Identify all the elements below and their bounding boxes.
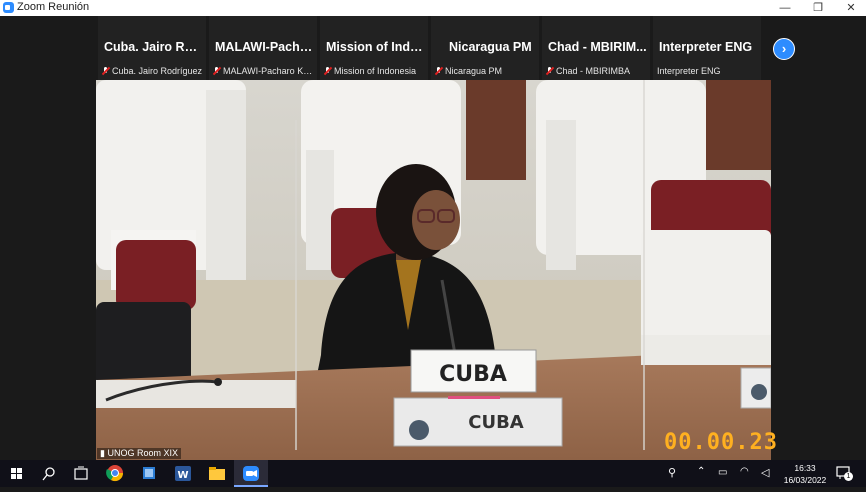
minimize-button[interactable]: — — [770, 0, 800, 16]
chrome-icon[interactable] — [98, 460, 132, 487]
close-button[interactable]: ✕ — [836, 0, 866, 16]
participant-tile[interactable]: MALAWI-Pacha... MALAWI-Pacharo Kayi... — [209, 16, 317, 80]
participant-name: Chad - MBIRIM... — [548, 40, 647, 54]
window-title: Zoom Reunión — [17, 1, 90, 13]
video-frame: CUBA CUBA — [96, 80, 771, 460]
notification-count: 1 — [844, 472, 853, 481]
mic-muted-icon — [102, 67, 109, 75]
participant-label: Chad - MBIRIMBA — [546, 66, 650, 76]
nameplate-front: CUBA — [439, 362, 507, 387]
participant-name: Cuba. Jairo Rod... — [104, 40, 204, 54]
participant-tile[interactable]: Cuba. Jairo Rod... Cuba. Jairo Rodríguez — [98, 16, 206, 80]
chevron-up-icon[interactable]: ⌃ — [697, 466, 705, 477]
svg-text:W: W — [177, 470, 188, 481]
participant-tile[interactable]: Chad - MBIRIM... Chad - MBIRIMBA — [542, 16, 650, 80]
windows-taskbar: W ⚲ ⌃ ▭ ◠ ◁ 16:33 16/03/2022 1 — [0, 460, 866, 487]
participant-name: Nicaragua PM — [449, 40, 532, 54]
clock-date[interactable]: 16/03/2022 — [780, 475, 830, 485]
people-icon[interactable]: ⚲ — [668, 466, 676, 479]
mic-muted-icon — [546, 67, 553, 75]
mic-muted-icon — [324, 67, 331, 75]
battery-icon[interactable]: ▭ — [718, 467, 727, 478]
participant-label: Cuba. Jairo Rodríguez — [102, 66, 206, 76]
mic-muted-icon — [435, 67, 442, 75]
black-bag — [96, 302, 191, 387]
title-bar: Zoom Reunión — ❐ ✕ — [0, 0, 866, 16]
active-speaker-video: CUBA CUBA — [96, 80, 771, 460]
participant-name: Interpreter ENG — [659, 40, 753, 54]
search-icon[interactable] — [32, 460, 66, 487]
notification-icon[interactable]: 1 — [836, 465, 853, 481]
word-icon[interactable]: W — [166, 460, 200, 487]
restore-button[interactable]: ❐ — [803, 0, 833, 16]
participant-label: Interpreter ENG — [657, 66, 721, 76]
zoom-taskbar-icon[interactable] — [234, 460, 268, 487]
participant-tile[interactable]: Nicaragua PM Nicaragua PM — [431, 16, 539, 80]
meeting-timer: 00.00.23 — [664, 430, 778, 455]
participant-label: Nicaragua PM — [435, 66, 539, 76]
un-emblem-icon — [751, 384, 767, 400]
participant-tile[interactable]: Mission of Indo... Mission of Indonesia — [320, 16, 428, 80]
zoom-icon — [3, 2, 14, 13]
signal-icon: ▮ — [100, 448, 105, 458]
volume-icon[interactable]: ◁ — [761, 466, 769, 479]
mic-muted-icon — [213, 67, 220, 75]
clock-time[interactable]: 16:33 — [780, 463, 830, 473]
participant-strip: Cuba. Jairo Rod... Cuba. Jairo Rodríguez… — [98, 16, 798, 80]
red-seat — [116, 240, 196, 310]
room-label: ▮ UNOG Room XIX — [97, 448, 181, 459]
participant-label: Mission of Indonesia — [324, 66, 428, 76]
file-explorer-icon[interactable] — [200, 460, 234, 487]
nameplate-desk: CUBA — [468, 412, 524, 433]
app-icon[interactable] — [132, 460, 166, 487]
windows-start-icon[interactable] — [0, 460, 34, 487]
participant-tile[interactable]: Interpreter ENG Interpreter ENG — [653, 16, 761, 80]
next-page-button[interactable]: › — [773, 38, 795, 60]
task-view-icon[interactable] — [64, 460, 98, 487]
un-emblem-icon — [409, 420, 429, 440]
participant-name: MALAWI-Pacha... — [215, 40, 315, 54]
wifi-icon[interactable]: ◠ — [740, 466, 749, 477]
participant-name: Mission of Indo... — [326, 40, 426, 54]
participant-label: MALAWI-Pacharo Kayi... — [213, 66, 317, 76]
